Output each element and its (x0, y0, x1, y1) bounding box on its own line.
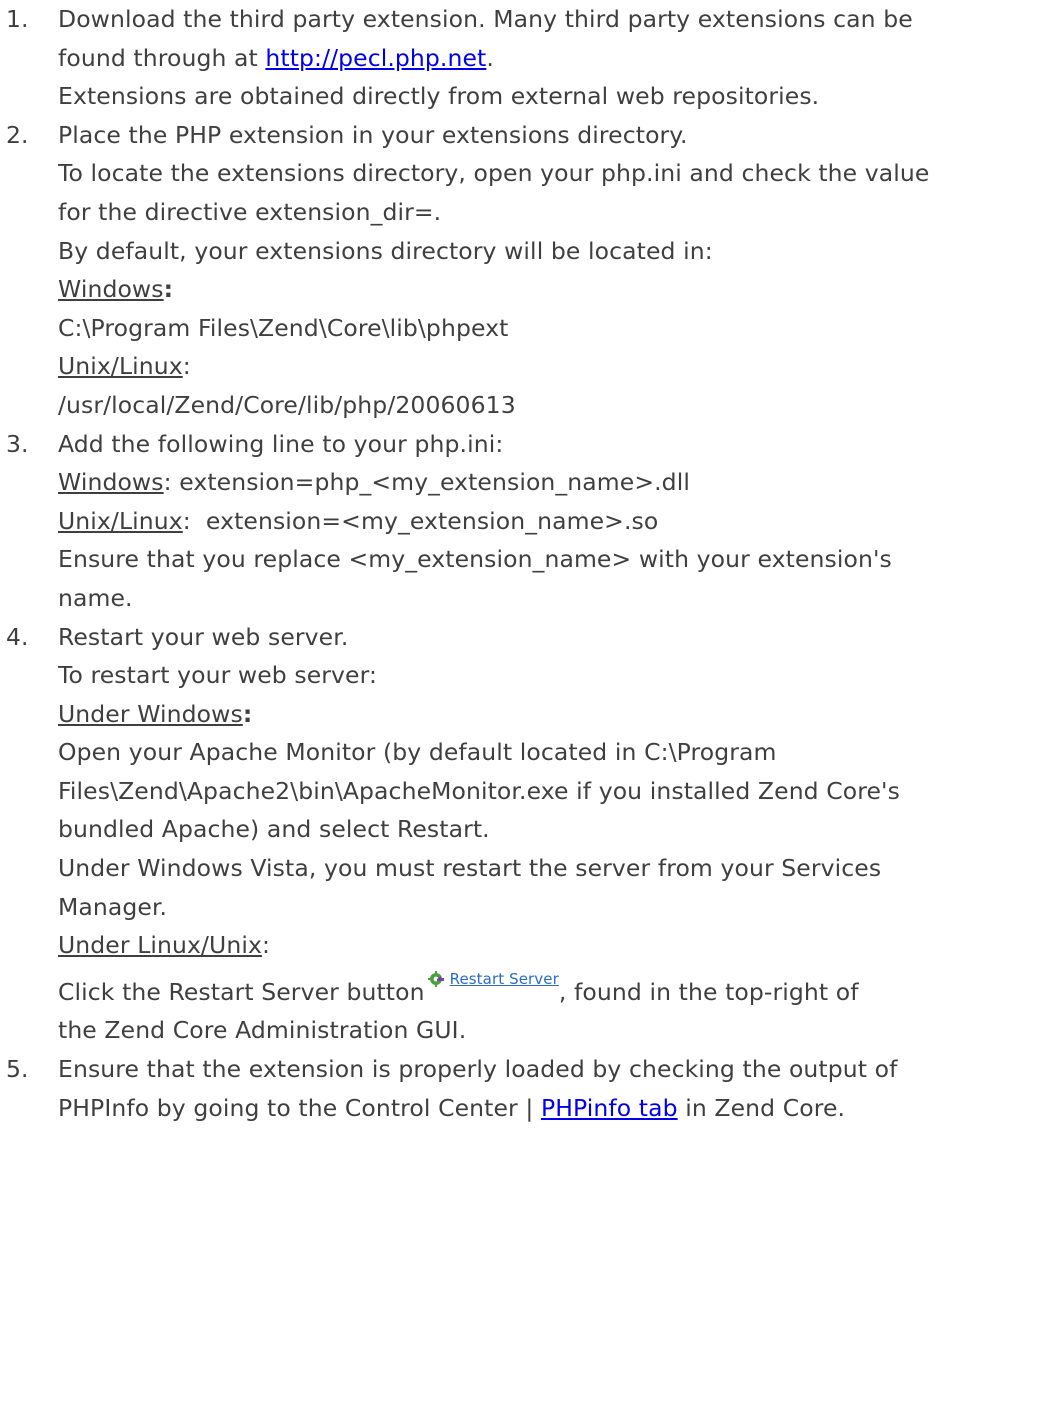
colon: : (261, 931, 270, 960)
apache-note: bundled Apache) and select Restart. (58, 815, 490, 844)
step-note: Ensure that you replace <my_extension_na… (58, 545, 892, 574)
step-number: 2. (6, 120, 29, 149)
under-windows-label: Under Windows (58, 699, 243, 728)
vista-note: Manager. (58, 892, 168, 921)
windows-config-line: Windows: extension=php_<my_extension_nam… (58, 463, 1038, 502)
restart-server-icon (427, 970, 445, 988)
windows-label: Windows (58, 275, 164, 304)
text-fragment: found through at (58, 43, 266, 72)
windows-config-value: : extension=php_<my_extension_name>.dll (163, 468, 690, 497)
step-text: PHPInfo by going to the Control Center |… (58, 1089, 1038, 1128)
unix-label: Unix/Linux (58, 506, 183, 535)
restart-server-button[interactable]: Restart Server (427, 970, 559, 988)
colon: : (242, 699, 253, 728)
text-fragment: Click the Restart Server button (58, 977, 425, 1006)
step-note: By default, your extensions directory wi… (58, 236, 713, 265)
text-fragment: in Zend Core. (677, 1093, 846, 1122)
step-note: To restart your web server: (58, 661, 377, 690)
step-note: Extensions are obtained directly from ex… (58, 82, 820, 111)
step-number: 5. (6, 1055, 29, 1084)
windows-heading: Windows: (58, 270, 1038, 309)
pecl-link[interactable]: http://pecl.php.net (265, 44, 486, 72)
step-3: 3. Add the following line to your php.in… (0, 425, 1038, 618)
step-text: Place the PHP extension in your extensio… (58, 120, 688, 149)
step-text: Download the third party extension. Many… (58, 0, 1038, 39)
step-note: name. (58, 583, 133, 612)
unix-config-line: Unix/Linux: extension=<my_extension_name… (58, 502, 1038, 541)
apache-note: Open your Apache Monitor (by default loc… (58, 738, 777, 767)
step-2: 2. Place the PHP extension in your exten… (0, 116, 1038, 425)
restart-instruction-cont: the Zend Core Administration GUI. (58, 1016, 467, 1045)
step-text: Ensure that the extension is properly lo… (58, 1055, 898, 1084)
step-1: 1. Download the third party extension. M… (0, 0, 1038, 116)
colon: : (182, 352, 191, 381)
vista-note: Under Windows Vista, you must restart th… (58, 854, 882, 883)
under-windows-heading: Under Windows: (58, 695, 1038, 734)
instructions-list: 1. Download the third party extension. M… (0, 0, 1052, 1127)
unix-config-value: : extension=<my_extension_name>.so (182, 506, 659, 535)
step-text: Restart your web server. (58, 622, 349, 651)
step-4: 4. Restart your web server. To restart y… (0, 618, 1038, 1051)
windows-label: Windows (58, 468, 164, 497)
text-fragment: Download the third party extension. Many… (58, 5, 913, 33)
restart-server-label[interactable]: Restart Server (450, 970, 559, 988)
step-note: To locate the extensions directory, open… (58, 159, 930, 188)
text-fragment: , found in the top-right of (558, 977, 859, 1006)
step-number: 4. (6, 622, 29, 651)
text-fragment: PHPInfo by going to the Control Center | (58, 1093, 541, 1122)
unix-heading: Unix/Linux: (58, 347, 1038, 386)
unix-label: Unix/Linux (58, 352, 183, 381)
step-note: for the directive extension_dir=. (58, 197, 442, 226)
step-text: found through at http://pecl.php.net. (58, 39, 1038, 78)
phpinfo-tab-link[interactable]: PHPinfo tab (541, 1094, 678, 1122)
under-linux-label: Under Linux/Unix (58, 931, 262, 960)
restart-instruction: Click the Restart Server button Restart … (58, 970, 1038, 1012)
text-fragment: . (486, 43, 494, 72)
unix-path: /usr/local/Zend/Core/lib/php/20060613 (58, 390, 516, 419)
colon: : (163, 275, 174, 304)
step-5: 5. Ensure that the extension is properly… (0, 1050, 1038, 1127)
under-linux-heading: Under Linux/Unix: (58, 926, 1038, 965)
apache-note: Files\Zend\Apache2\bin\ApacheMonitor.exe… (58, 776, 900, 805)
windows-path: C:\Program Files\Zend\Core\lib\phpext (58, 313, 509, 342)
step-number: 3. (6, 429, 29, 458)
step-number: 1. (6, 5, 29, 33)
step-text: Add the following line to your php.ini: (58, 429, 504, 458)
